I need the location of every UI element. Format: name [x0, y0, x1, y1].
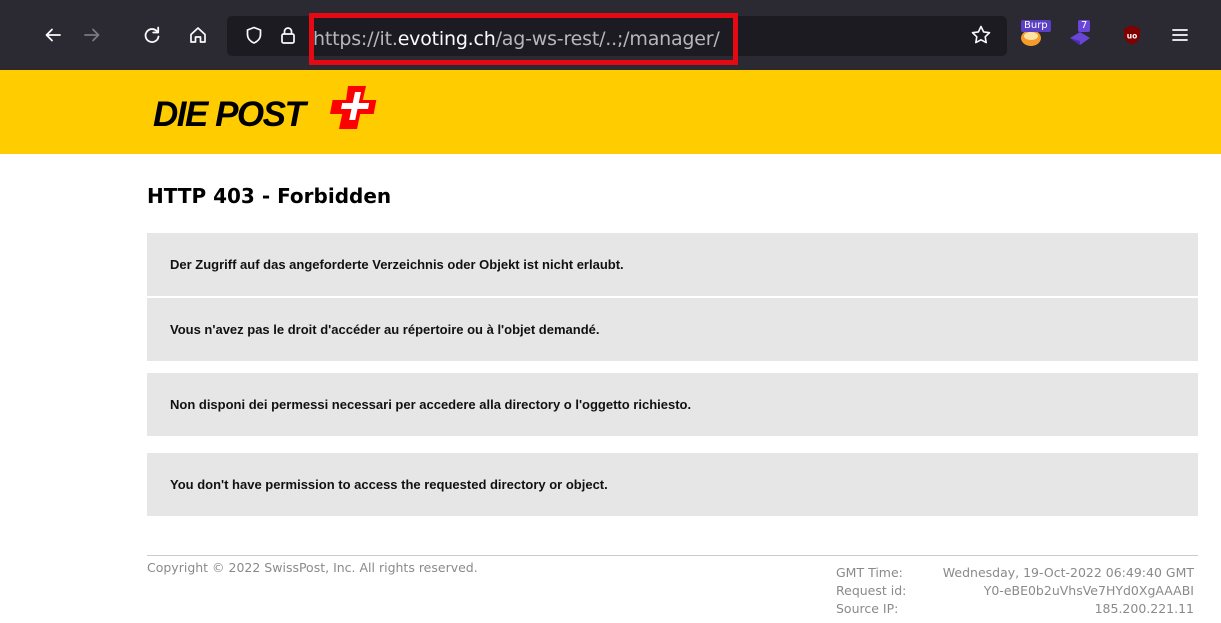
browser-toolbar: https://it.evoting.ch/ag-ws-rest/..;/man… [0, 0, 1221, 70]
reload-icon [142, 25, 162, 45]
source-ip-label: Source IP: [836, 601, 899, 616]
arrow-right-icon [82, 25, 102, 45]
home-icon [188, 25, 208, 45]
message-french: Vous n'avez pas le droit d'accéder au ré… [147, 298, 1198, 361]
gmt-time-value: Wednesday, 19-Oct-2022 06:49:40 GMT [942, 565, 1194, 580]
message-english: You don't have permission to access the … [147, 453, 1198, 516]
hamburger-menu-icon [1170, 25, 1190, 45]
back-button[interactable] [38, 20, 68, 50]
request-id-row: Request id: Y0-eBE0b2uVhsVe7HYd0XgAAABI [836, 582, 1194, 600]
message-english-text: You don't have permission to access the … [170, 477, 608, 492]
page-title: HTTP 403 - Forbidden [147, 184, 392, 208]
source-ip-value: 185.200.221.11 [1094, 601, 1194, 616]
site-info-button[interactable] [273, 20, 303, 50]
message-german-text: Der Zugriff auf das angeforderte Verzeic… [170, 257, 624, 272]
post-logo-text[interactable]: DIE POST [153, 95, 306, 135]
arrow-left-icon [43, 25, 63, 45]
burp-extension-icon [1018, 30, 1048, 54]
copyright-text: Copyright © 2022 SwissPost, Inc. All rig… [147, 560, 478, 575]
swiss-cross-logo [324, 82, 380, 140]
ublock-button[interactable]: uo [1117, 20, 1147, 50]
cube-badge: 7 [1078, 20, 1091, 32]
source-ip-row: Source IP: 185.200.221.11 [836, 600, 1194, 618]
burp-extension-button[interactable]: Burp [1018, 20, 1051, 50]
gmt-time-row: GMT Time: Wednesday, 19-Oct-2022 06:49:4… [836, 564, 1194, 582]
cube-extension-icon [1066, 32, 1096, 54]
message-italian-text: Non disponi dei permessi necessari per a… [170, 397, 692, 412]
star-icon [970, 24, 992, 46]
cube-extension-button[interactable]: 7 [1066, 20, 1096, 50]
lock-icon [278, 25, 298, 45]
message-german: Der Zugriff auf das angeforderte Verzeic… [147, 233, 1198, 296]
gmt-time-label: GMT Time: [836, 565, 903, 580]
shield-icon [244, 25, 264, 45]
menu-button[interactable] [1165, 20, 1195, 50]
svg-text:uo: uo [1127, 32, 1138, 41]
message-italian: Non disponi dei permessi necessari per a… [147, 373, 1198, 436]
ublock-icon: uo [1122, 24, 1142, 46]
forward-button[interactable] [77, 20, 107, 50]
footer-divider [147, 555, 1198, 556]
message-french-text: Vous n'avez pas le droit d'accéder au ré… [170, 322, 600, 337]
tracking-protection-button[interactable] [239, 20, 269, 50]
burp-badge: Burp [1021, 20, 1051, 32]
request-id-label: Request id: [836, 583, 907, 598]
home-button[interactable] [183, 20, 213, 50]
reload-button[interactable] [137, 20, 167, 50]
url-highlight-box [309, 13, 738, 65]
bookmark-button[interactable] [966, 20, 996, 50]
request-id-value: Y0-eBE0b2uVhsVe7HYd0XgAAABI [983, 583, 1194, 598]
